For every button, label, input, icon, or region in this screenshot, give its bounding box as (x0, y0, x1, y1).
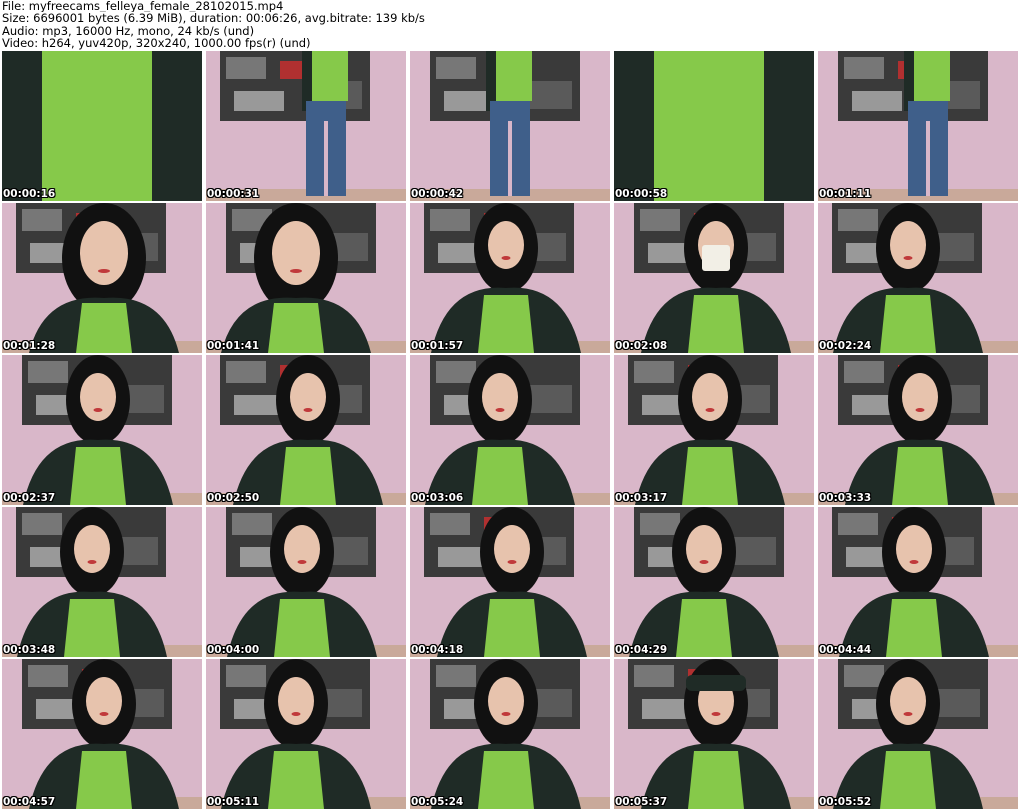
thumbnail-frame-image (206, 51, 406, 201)
thumbnail-frame-image (2, 51, 202, 201)
thumbnail-timestamp: 00:03:33 (819, 492, 872, 504)
thumbnail-frame-image (818, 203, 1018, 353)
thumbnail-grid: 00:00:16 00:00:31 00:00:42 00:00:58 00:01:11… (2, 51, 1022, 811)
audio-info-line: Audio: mp3, 16000 Hz, mono, 24 kb/s (und… (2, 24, 255, 38)
thumbnail-timestamp: 00:02:08 (615, 340, 668, 352)
video-thumbnail: 00:02:50 (206, 355, 406, 505)
thumbnail-frame-image (614, 51, 814, 201)
thumbnail-timestamp: 00:05:37 (615, 796, 668, 808)
thumbnail-frame-image (410, 355, 610, 505)
thumbnail-frame-image (206, 659, 406, 809)
thumbnail-frame-image (410, 203, 610, 353)
video-thumbnail: 00:00:16 (2, 51, 202, 201)
video-thumbnail: 00:04:29 (614, 507, 814, 657)
thumbnail-frame-image (206, 203, 406, 353)
thumbnail-timestamp: 00:00:16 (3, 188, 56, 200)
video-thumbnail: 00:00:58 (614, 51, 814, 201)
thumbnail-timestamp: 00:01:41 (207, 340, 260, 352)
thumbnail-timestamp: 00:05:24 (411, 796, 464, 808)
video-thumbnail: 00:02:24 (818, 203, 1018, 353)
video-thumbnail: 00:04:00 (206, 507, 406, 657)
thumbnail-timestamp: 00:00:58 (615, 188, 668, 200)
thumbnail-frame-image (818, 355, 1018, 505)
video-thumbnail: 00:04:44 (818, 507, 1018, 657)
thumbnail-frame-image (818, 507, 1018, 657)
video-info-line: Video: h264, yuv420p, 320x240, 1000.00 f… (2, 37, 311, 50)
thumbnail-frame-image (2, 355, 202, 505)
thumbnail-frame-image (410, 507, 610, 657)
video-thumbnail: 00:04:18 (410, 507, 610, 657)
video-thumbnail: 00:01:28 (2, 203, 202, 353)
file-name-line: File: myfreecams_felleya_female_28102015… (2, 0, 284, 13)
thumbnail-timestamp: 00:04:44 (819, 644, 872, 656)
video-thumbnail: 00:03:48 (2, 507, 202, 657)
file-info-header: File: myfreecams_felleya_female_28102015… (2, 0, 1022, 50)
thumbnail-timestamp: 00:03:17 (615, 492, 668, 504)
thumbnail-timestamp: 00:05:52 (819, 796, 872, 808)
video-thumbnail: 00:01:11 (818, 51, 1018, 201)
thumbnail-frame-image (206, 355, 406, 505)
thumbnail-timestamp: 00:05:11 (207, 796, 260, 808)
thumbnail-frame-image (2, 507, 202, 657)
video-thumbnail: 00:03:17 (614, 355, 814, 505)
video-thumbnail: 00:00:31 (206, 51, 406, 201)
video-thumbnail: 00:01:41 (206, 203, 406, 353)
thumbnail-frame-image (818, 659, 1018, 809)
video-thumbnail: 00:01:57 (410, 203, 610, 353)
thumbnail-frame-image (614, 507, 814, 657)
video-thumbnail: 00:00:42 (410, 51, 610, 201)
thumbnail-timestamp: 00:04:29 (615, 644, 668, 656)
thumbnail-timestamp: 00:03:48 (3, 644, 56, 656)
thumbnail-frame-image (614, 203, 814, 353)
video-thumbnail: 00:05:52 (818, 659, 1018, 809)
video-thumbnail: 00:03:06 (410, 355, 610, 505)
thumbnail-timestamp: 00:02:24 (819, 340, 872, 352)
thumbnail-frame-image (2, 659, 202, 809)
thumbnail-timestamp: 00:01:57 (411, 340, 464, 352)
file-size-line: Size: 6696001 bytes (6.39 MiB), duration… (2, 12, 425, 25)
thumbnail-timestamp: 00:01:28 (3, 340, 56, 352)
thumbnail-frame-image (2, 203, 202, 353)
thumbnail-frame-image (614, 659, 814, 809)
thumbnail-frame-image (818, 51, 1018, 201)
thumbnail-timestamp: 00:00:31 (207, 188, 260, 200)
video-thumbnail: 00:04:57 (2, 659, 202, 809)
thumbnail-timestamp: 00:03:06 (411, 492, 464, 504)
video-thumbnail: 00:05:37 (614, 659, 814, 809)
thumbnail-timestamp: 00:04:00 (207, 644, 260, 656)
video-thumbnail: 00:03:33 (818, 355, 1018, 505)
thumbnail-frame-image (410, 51, 610, 201)
video-thumbnail: 00:02:37 (2, 355, 202, 505)
thumbnail-timestamp: 00:04:57 (3, 796, 56, 808)
thumbnail-timestamp: 00:00:42 (411, 188, 464, 200)
video-thumbnail: 00:02:08 (614, 203, 814, 353)
video-thumbnail: 00:05:24 (410, 659, 610, 809)
thumbnail-timestamp: 00:04:18 (411, 644, 464, 656)
thumbnail-timestamp: 00:01:11 (819, 188, 872, 200)
video-thumbnail: 00:05:11 (206, 659, 406, 809)
thumbnail-frame-image (206, 507, 406, 657)
thumbnail-timestamp: 00:02:37 (3, 492, 56, 504)
thumbnail-frame-image (614, 355, 814, 505)
thumbnail-timestamp: 00:02:50 (207, 492, 260, 504)
thumbnail-frame-image (410, 659, 610, 809)
